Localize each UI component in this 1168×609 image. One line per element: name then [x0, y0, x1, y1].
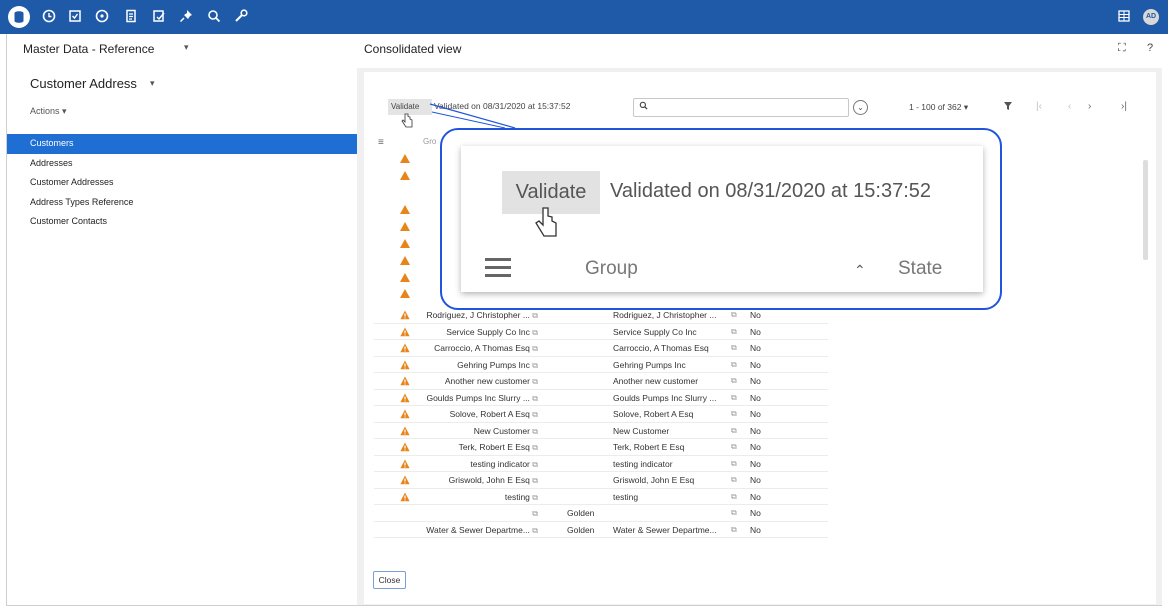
- sort-up-icon[interactable]: ⌃: [854, 262, 866, 279]
- state-column-header-zoomed[interactable]: State: [898, 258, 942, 280]
- group-column-header-zoomed[interactable]: Group: [585, 258, 638, 280]
- menu-icon[interactable]: [485, 258, 511, 282]
- hand-cursor-icon: [535, 207, 557, 237]
- hand-cursor-icon: [401, 113, 413, 128]
- validation-status-zoomed: Validated on 08/31/2020 at 15:37:52: [610, 180, 932, 202]
